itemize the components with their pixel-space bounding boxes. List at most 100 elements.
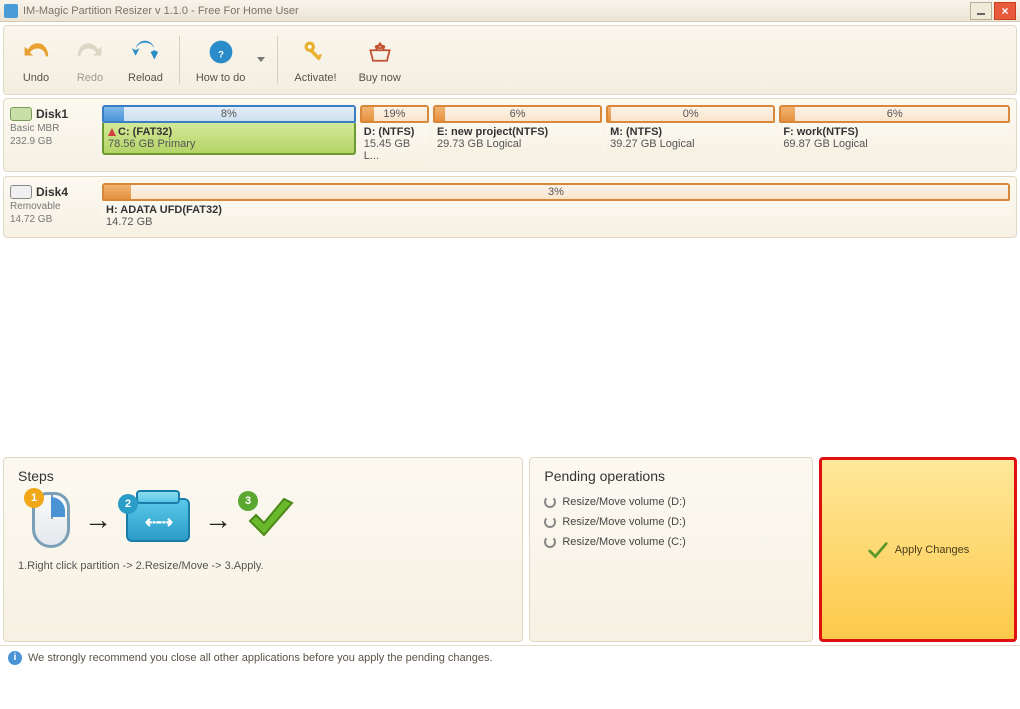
- usage-bar: 3%: [102, 183, 1010, 201]
- partition-list: 3% H: ADATA UFD(FAT32)14.72 GB: [102, 183, 1010, 231]
- usage-pct: 19%: [383, 108, 405, 120]
- reload-label: Reload: [128, 72, 163, 84]
- partition-size: 14.72 GB: [106, 216, 1006, 228]
- redo-label: Redo: [77, 72, 103, 84]
- partition-info: D: (NTFS)15.45 GB L...: [360, 123, 429, 165]
- svg-text:?: ?: [218, 49, 224, 60]
- step-3: 3: [246, 495, 296, 545]
- redo-icon: [74, 36, 106, 68]
- help-icon: ?: [205, 36, 237, 68]
- partition-name: E: new project(NTFS): [437, 126, 598, 138]
- usage-bar: 8%: [102, 105, 356, 123]
- toolbar-separator: [179, 36, 180, 84]
- usage-pct: 6%: [510, 108, 526, 120]
- pending-op[interactable]: Resize/Move volume (D:): [544, 492, 798, 512]
- usage-bar: 19%: [360, 105, 429, 123]
- status-text: We strongly recommend you close all othe…: [28, 652, 493, 664]
- app-icon: [4, 4, 18, 18]
- partition-name: M: (NTFS): [610, 126, 771, 138]
- step-2-badge: 2: [118, 494, 138, 514]
- bottom-panels: Steps 1 → 2 ⇠⇢ → 3 1.Right click partiti…: [3, 457, 1017, 642]
- activate-label: Activate!: [294, 72, 336, 84]
- drive-icon: [10, 185, 32, 199]
- step-3-badge: 3: [238, 491, 258, 511]
- partition-info: C: (FAT32)78.56 GB Primary: [102, 123, 356, 155]
- disk-row: Disk1 Basic MBR 232.9 GB 8% C: (FAT32)78.56 …: [3, 98, 1017, 172]
- partition-size: 39.27 GB Logical: [610, 138, 771, 150]
- disk-name: Disk1: [36, 107, 68, 121]
- refresh-icon: [544, 516, 556, 528]
- partition-size: 29.73 GB Logical: [437, 138, 598, 150]
- pending-title: Pending operations: [544, 468, 798, 484]
- partition-name: D: (NTFS): [364, 126, 425, 138]
- toolbar-separator: [277, 36, 278, 84]
- partition-info: F: work(NTFS)69.87 GB Logical: [779, 123, 1010, 153]
- reload-button[interactable]: Reload: [118, 32, 173, 88]
- partition[interactable]: 3% H: ADATA UFD(FAT32)14.72 GB: [102, 183, 1010, 231]
- reload-icon: [129, 36, 161, 68]
- info-icon: i: [8, 651, 22, 665]
- minimize-button[interactable]: [970, 2, 992, 20]
- refresh-icon: [544, 536, 556, 548]
- usage-bar: 6%: [433, 105, 602, 123]
- op-text: Resize/Move volume (C:): [562, 536, 685, 548]
- pending-panel: Pending operations Resize/Move volume (D…: [529, 457, 813, 642]
- partition-info: E: new project(NTFS)29.73 GB Logical: [433, 123, 602, 153]
- status-bar: i We strongly recommend you close all ot…: [0, 645, 1020, 669]
- check-icon: [867, 539, 889, 561]
- disk-type: Basic MBR: [10, 123, 59, 134]
- disk-size: 232.9 GB: [10, 136, 52, 147]
- usage-bar: 0%: [606, 105, 775, 123]
- steps-graphic: 1 → 2 ⇠⇢ → 3: [32, 492, 508, 548]
- partition-name: H: ADATA UFD(FAT32): [106, 204, 1006, 216]
- partition-name: F: work(NTFS): [783, 126, 1006, 138]
- op-text: Resize/Move volume (D:): [562, 516, 685, 528]
- drive-icon: [10, 107, 32, 121]
- titlebar: IM-Magic Partition Resizer v 1.1.0 - Fre…: [0, 0, 1020, 22]
- minimize-icon: [977, 13, 985, 15]
- disk-row: Disk4Removable14.72 GB 3% H: ADATA UFD(FAT…: [3, 176, 1017, 238]
- window-title: IM-Magic Partition Resizer v 1.1.0 - Fre…: [23, 5, 968, 17]
- buy-label: Buy now: [359, 72, 401, 84]
- close-icon: ×: [1001, 5, 1008, 17]
- buy-button[interactable]: Buy now: [349, 32, 411, 88]
- partition-size: 15.45 GB L...: [364, 138, 425, 162]
- usage-pct: 8%: [221, 108, 237, 120]
- howto-button[interactable]: ? How to do: [186, 32, 256, 88]
- partition[interactable]: 0%M: (NTFS)39.27 GB Logical: [606, 105, 775, 165]
- pending-op[interactable]: Resize/Move volume (C:): [544, 532, 798, 552]
- pending-op[interactable]: Resize/Move volume (D:): [544, 512, 798, 532]
- refresh-icon: [544, 496, 556, 508]
- step-1-badge: 1: [24, 488, 44, 508]
- howto-dropdown-icon[interactable]: [257, 57, 265, 64]
- howto-label: How to do: [196, 72, 246, 84]
- content-gap: [3, 242, 1017, 457]
- arrow-icon: →: [84, 504, 112, 536]
- disk-list: Disk1 Basic MBR 232.9 GB 8% C: (FAT32)78.56 …: [3, 98, 1017, 238]
- partition[interactable]: 6% E: new project(NTFS)29.73 GB Logical: [433, 105, 602, 165]
- steps-caption: 1.Right click partition -> 2.Resize/Move…: [18, 560, 508, 572]
- usage-bar: 6%: [779, 105, 1010, 123]
- usage-pct: 6%: [887, 108, 903, 120]
- partition[interactable]: 8% C: (FAT32)78.56 GB Primary: [102, 105, 356, 165]
- partition-size: 69.87 GB Logical: [783, 138, 1006, 150]
- partition[interactable]: 6% F: work(NTFS)69.87 GB Logical: [779, 105, 1010, 165]
- activate-button[interactable]: Activate!: [284, 32, 346, 88]
- redo-button[interactable]: Redo: [64, 32, 116, 88]
- undo-button[interactable]: Undo: [10, 32, 62, 88]
- apply-label: Apply Changes: [895, 544, 970, 556]
- apply-changes-button[interactable]: Apply Changes: [819, 457, 1017, 642]
- disk-name: Disk4: [36, 185, 68, 199]
- partition-info: M: (NTFS)39.27 GB Logical: [606, 123, 775, 153]
- disk-label: Disk4Removable14.72 GB: [10, 183, 96, 231]
- undo-label: Undo: [23, 72, 49, 84]
- steps-panel: Steps 1 → 2 ⇠⇢ → 3 1.Right click partiti…: [3, 457, 523, 642]
- pending-list: Resize/Move volume (D:) Resize/Move volum…: [544, 492, 798, 552]
- partition[interactable]: 19% D: (NTFS)15.45 GB L...: [360, 105, 429, 165]
- disk-size: 14.72 GB: [10, 214, 52, 225]
- steps-title: Steps: [18, 468, 508, 484]
- partition-list: 8% C: (FAT32)78.56 GB Primary 19% D: (NTFS)…: [102, 105, 1010, 165]
- close-button[interactable]: ×: [994, 2, 1016, 20]
- op-text: Resize/Move volume (D:): [562, 496, 685, 508]
- arrow-icon: →: [204, 504, 232, 536]
